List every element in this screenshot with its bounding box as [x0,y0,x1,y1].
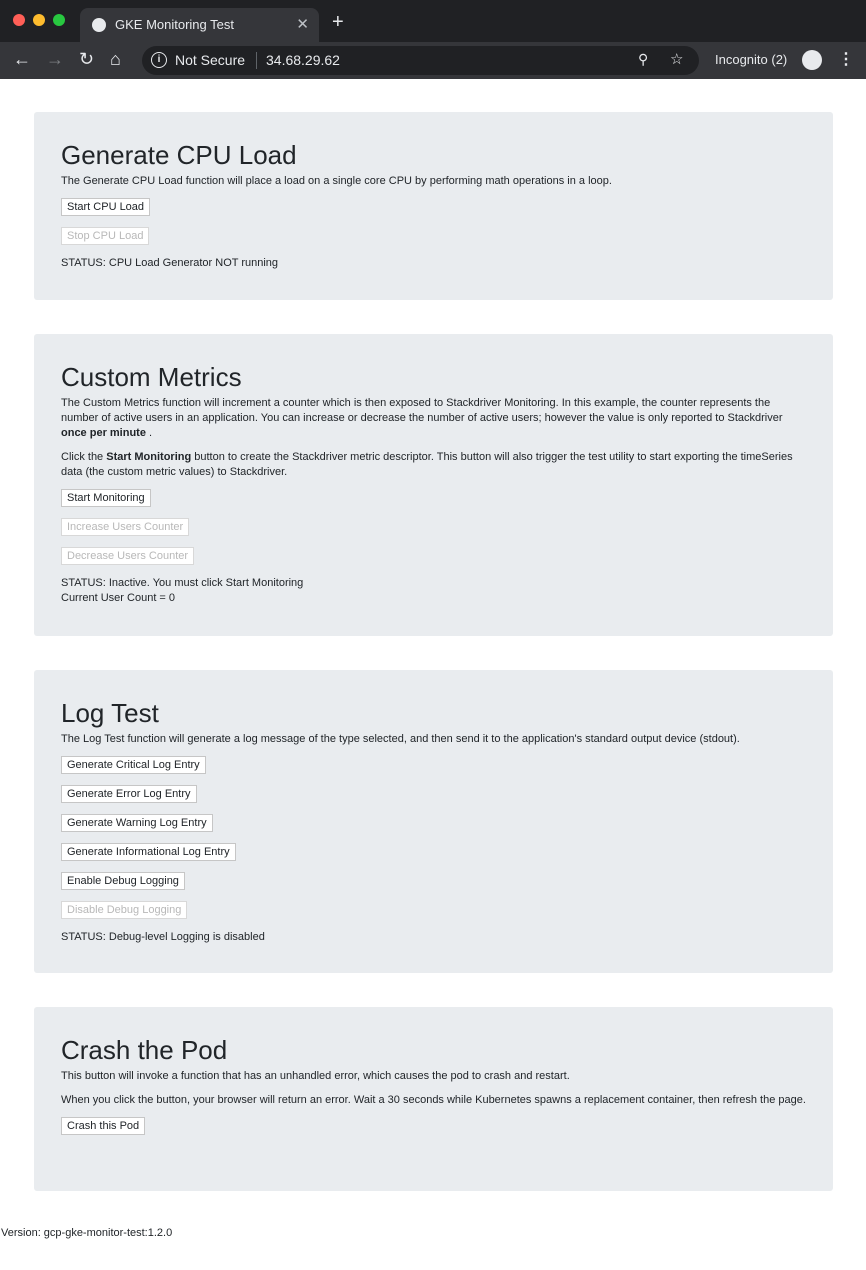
section-title: Generate CPU Load [61,140,297,170]
section-description: The Custom Metrics function will increme… [61,396,806,441]
version-text: Version: gcp-gke-monitor-test:1.2.0 [1,1227,173,1239]
info-log-button[interactable]: Generate Informational Log Entry [61,843,236,861]
section-title: Log Test [61,698,159,728]
address-bar[interactable]: i Not Secure 34.68.29.62 ⚲ ☆ [142,46,699,75]
section-description: The Generate CPU Load function will plac… [61,175,612,187]
url-text[interactable]: 34.68.29.62 [266,52,340,68]
bold-text: Start Monitoring [106,451,192,463]
browser-tab[interactable]: GKE Monitoring Test ✕ [80,8,319,42]
custom-metrics-section: Custom Metrics The Custom Metrics functi… [34,334,833,636]
menu-icon[interactable]: ⋮ [838,49,854,69]
decrease-users-button[interactable]: Decrease Users Counter [61,547,195,565]
section-title: Custom Metrics [61,362,242,392]
back-icon[interactable]: ← [13,49,31,70]
browser-toolbar: ← → ↻ ⌂ i Not Secure 34.68.29.62 ⚲ ☆ Inc… [0,42,866,79]
section-instructions: When you click the button, your browser … [61,1094,806,1106]
browser-chrome: GKE Monitoring Test ✕ + ← → ↻ ⌂ i Not Se… [0,0,866,79]
minimize-window-button[interactable] [33,14,45,26]
bold-text: once per minute [61,427,146,439]
increase-users-button[interactable]: Increase Users Counter [61,518,190,536]
security-label: Not Secure [175,52,246,68]
maximize-window-button[interactable] [53,14,65,26]
forward-icon[interactable]: → [46,49,64,70]
error-log-button[interactable]: Generate Error Log Entry [61,785,197,803]
status-text: STATUS: Inactive. You must click Start M… [61,577,304,589]
star-icon[interactable]: ☆ [670,50,683,68]
start-monitoring-button[interactable]: Start Monitoring [61,489,151,507]
close-tab-icon[interactable]: ✕ [296,15,309,33]
status-text: STATUS: CPU Load Generator NOT running [61,257,279,269]
start-cpu-load-button[interactable]: Start CPU Load [61,198,151,216]
disable-debug-button[interactable]: Disable Debug Logging [61,901,188,919]
enable-debug-button[interactable]: Enable Debug Logging [61,872,185,890]
close-window-button[interactable] [13,14,25,26]
tab-bar: GKE Monitoring Test ✕ + [0,0,866,42]
status-text: STATUS: Debug-level Logging is disabled [61,931,265,943]
tab-title: GKE Monitoring Test [115,17,234,32]
warning-log-button[interactable]: Generate Warning Log Entry [61,814,213,832]
section-instructions: Click the Start Monitoring button to cre… [61,450,806,480]
crash-pod-button[interactable]: Crash this Pod [61,1117,146,1135]
info-icon[interactable]: i [151,52,167,68]
crash-pod-section: Crash the Pod This button will invoke a … [34,1007,833,1191]
section-description: The Log Test function will generate a lo… [61,733,740,745]
profile-label[interactable]: Incognito (2) [715,52,787,67]
log-test-section: Log Test The Log Test function will gene… [34,670,833,973]
cpu-load-section: Generate CPU Load The Generate CPU Load … [34,112,833,300]
section-title: Crash the Pod [61,1035,228,1065]
critical-log-button[interactable]: Generate Critical Log Entry [61,756,206,774]
text: . [145,427,153,439]
reload-icon[interactable]: ↻ [79,49,94,70]
globe-icon [92,18,106,32]
user-count: Current User Count = 0 [61,592,176,604]
text: Click the [61,451,107,463]
home-icon[interactable]: ⌂ [110,49,121,70]
incognito-icon[interactable] [802,50,822,70]
new-tab-icon[interactable]: + [332,11,344,34]
zoom-icon[interactable]: ⚲ [638,51,648,68]
stop-cpu-load-button[interactable]: Stop CPU Load [61,227,150,245]
divider [256,52,257,69]
section-description: This button will invoke a function that … [61,1070,570,1082]
text: The Custom Metrics function will increme… [61,397,783,424]
